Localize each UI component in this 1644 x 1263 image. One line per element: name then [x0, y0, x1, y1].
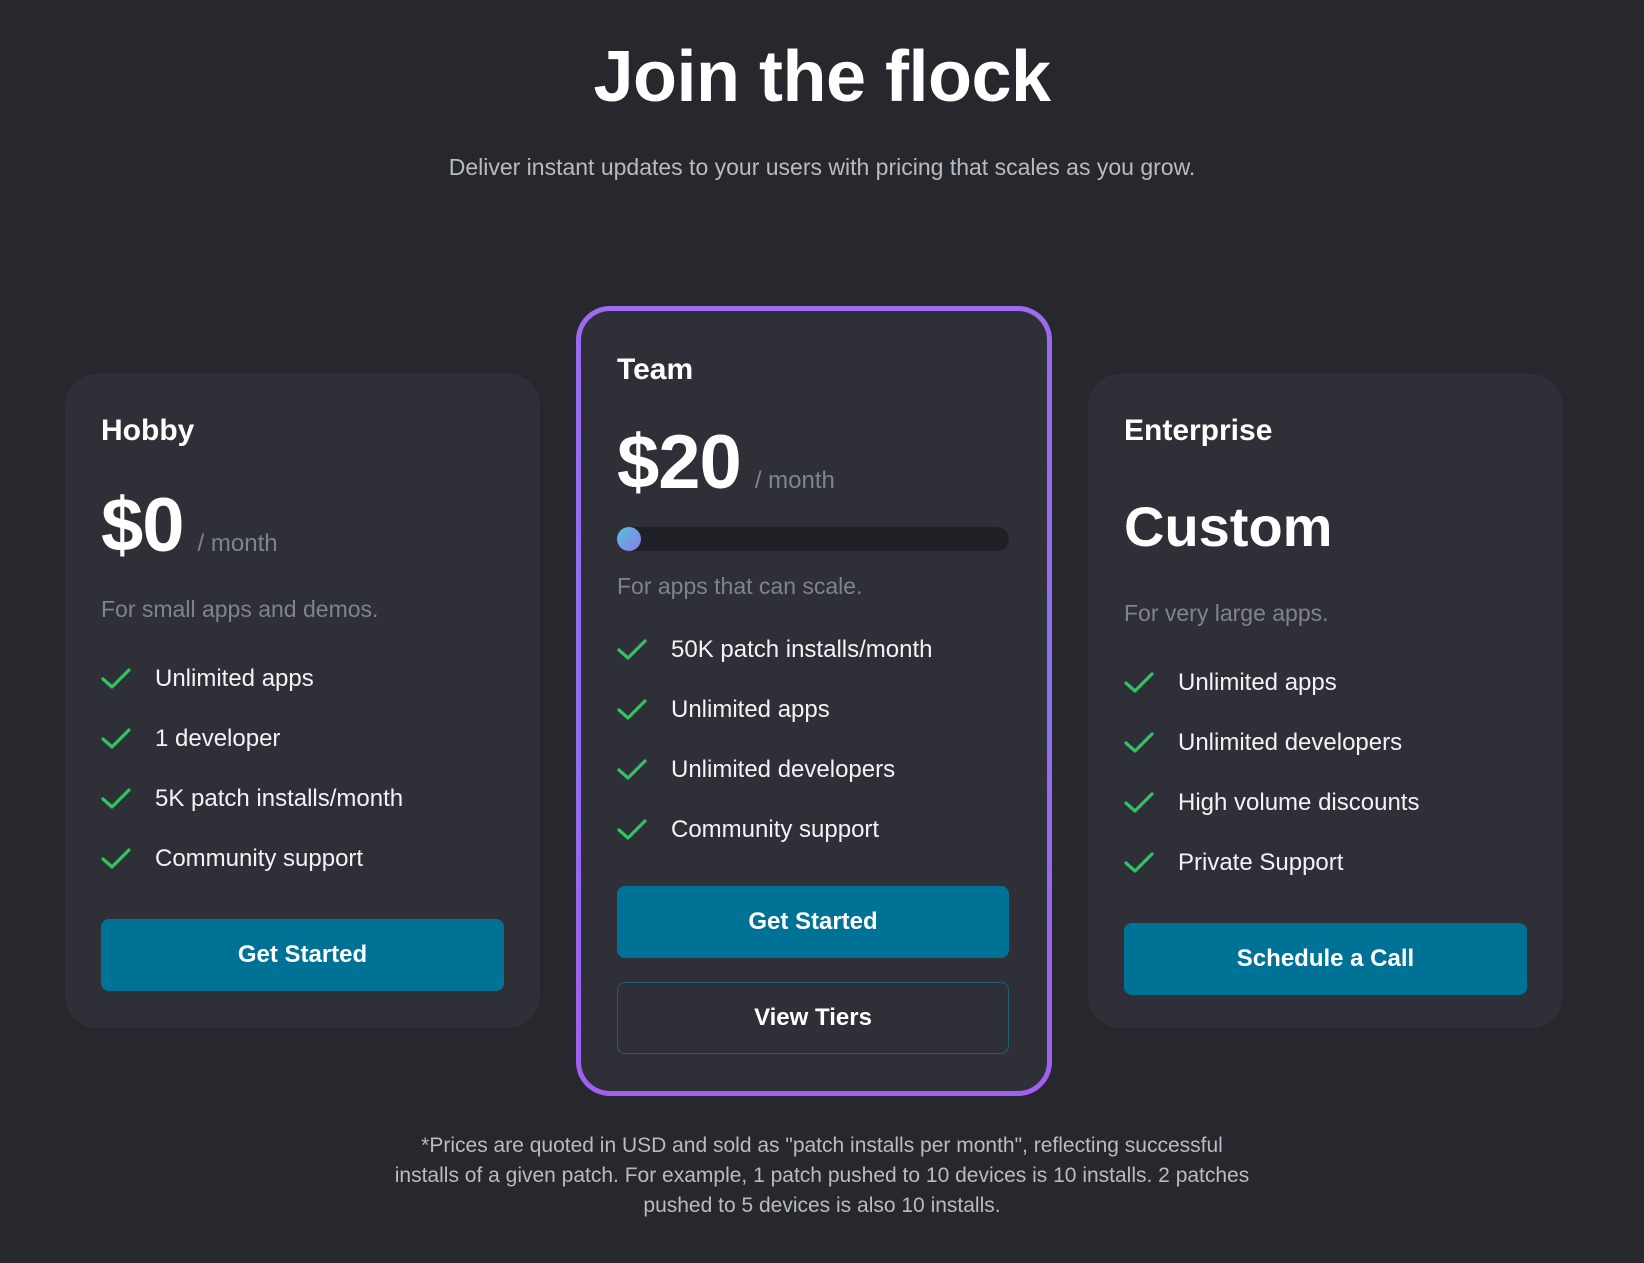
plan-name: Hobby — [101, 414, 195, 447]
price-row: $20 / month — [617, 419, 1011, 505]
feature-label: Unlimited apps — [671, 696, 830, 723]
check-icon — [101, 848, 131, 870]
check-icon — [1124, 852, 1154, 874]
feature-item: Unlimited apps — [617, 680, 1011, 740]
feature-label: Unlimited developers — [1178, 729, 1403, 756]
feature-label: 50K patch installs/month — [671, 636, 933, 663]
page-title: Join the flock — [593, 37, 1051, 117]
feature-list: Unlimited apps Unlimited developers High… — [1124, 653, 1527, 893]
feature-item: Unlimited developers — [617, 740, 1011, 800]
plan-description: For small apps and demos. — [101, 596, 379, 622]
feature-label: Community support — [155, 845, 364, 872]
hobby-get-started-button[interactable]: Get Started — [101, 919, 504, 991]
check-icon — [617, 699, 647, 721]
tier-slider[interactable] — [617, 527, 1009, 551]
plan-price: $0 — [101, 483, 185, 568]
view-tiers-button[interactable]: View Tiers — [617, 982, 1009, 1054]
footnote-line: pushed to 5 devices is also 10 installs. — [643, 1194, 1001, 1217]
price-period: / month — [754, 467, 835, 494]
price-row: $0 / month — [101, 482, 504, 568]
team-get-started-button[interactable]: Get Started — [617, 886, 1009, 958]
feature-list: Unlimited apps 1 developer 5K patch inst… — [101, 649, 504, 889]
feature-label: Unlimited developers — [671, 756, 896, 783]
check-icon — [1124, 792, 1154, 814]
feature-item: Community support — [101, 829, 504, 889]
page-subtitle: Deliver instant updates to your users wi… — [448, 154, 1196, 180]
plan-description: For apps that can scale. — [617, 573, 863, 599]
feature-list: 50K patch installs/month Unlimited apps … — [617, 620, 1011, 860]
price-period: / month — [197, 530, 278, 557]
tier-slider-handle[interactable] — [617, 527, 641, 551]
plan-description: For very large apps. — [1124, 600, 1329, 626]
feature-item: Private Support — [1124, 833, 1527, 893]
footnote-line: *Prices are quoted in USD and sold as "p… — [421, 1134, 1223, 1157]
feature-label: Unlimited apps — [1178, 669, 1337, 696]
feature-item: Community support — [617, 800, 1011, 860]
plan-name: Team — [617, 353, 694, 386]
plan-price: $20 — [617, 420, 742, 505]
plan-card-enterprise: Enterprise Custom For very large apps. U… — [1088, 374, 1563, 1028]
check-icon — [617, 639, 647, 661]
footnote-line: installs of a given patch. For example, … — [394, 1164, 1250, 1187]
feature-item: 1 developer — [101, 709, 504, 769]
feature-item: 5K patch installs/month — [101, 769, 504, 829]
feature-label: High volume discounts — [1178, 789, 1420, 816]
check-icon — [101, 788, 131, 810]
feature-item: Unlimited developers — [1124, 713, 1527, 773]
feature-label: Unlimited apps — [155, 665, 314, 692]
feature-item: Unlimited apps — [101, 649, 504, 709]
schedule-call-button[interactable]: Schedule a Call — [1124, 923, 1527, 995]
feature-label: Private Support — [1178, 849, 1344, 876]
check-icon — [1124, 672, 1154, 694]
check-icon — [101, 668, 131, 690]
check-icon — [617, 759, 647, 781]
check-icon — [1124, 732, 1154, 754]
plan-card-team: Team $20 / month For apps that can scale… — [576, 306, 1052, 1096]
feature-item: 50K patch installs/month — [617, 620, 1011, 680]
feature-label: Community support — [671, 816, 880, 843]
feature-label: 5K patch installs/month — [155, 785, 404, 812]
feature-item: Unlimited apps — [1124, 653, 1527, 713]
check-icon — [617, 819, 647, 841]
check-icon — [101, 728, 131, 750]
feature-label: 1 developer — [155, 725, 281, 752]
plan-price: Custom — [1124, 495, 1333, 558]
pricing-page: Join the flock Deliver instant updates t… — [0, 0, 1644, 1263]
plan-card-hobby: Hobby $0 / month For small apps and demo… — [65, 374, 540, 1028]
feature-item: High volume discounts — [1124, 773, 1527, 833]
plan-name: Enterprise — [1124, 414, 1273, 447]
pricing-footnote: *Prices are quoted in USD and sold as "p… — [0, 1131, 1644, 1221]
